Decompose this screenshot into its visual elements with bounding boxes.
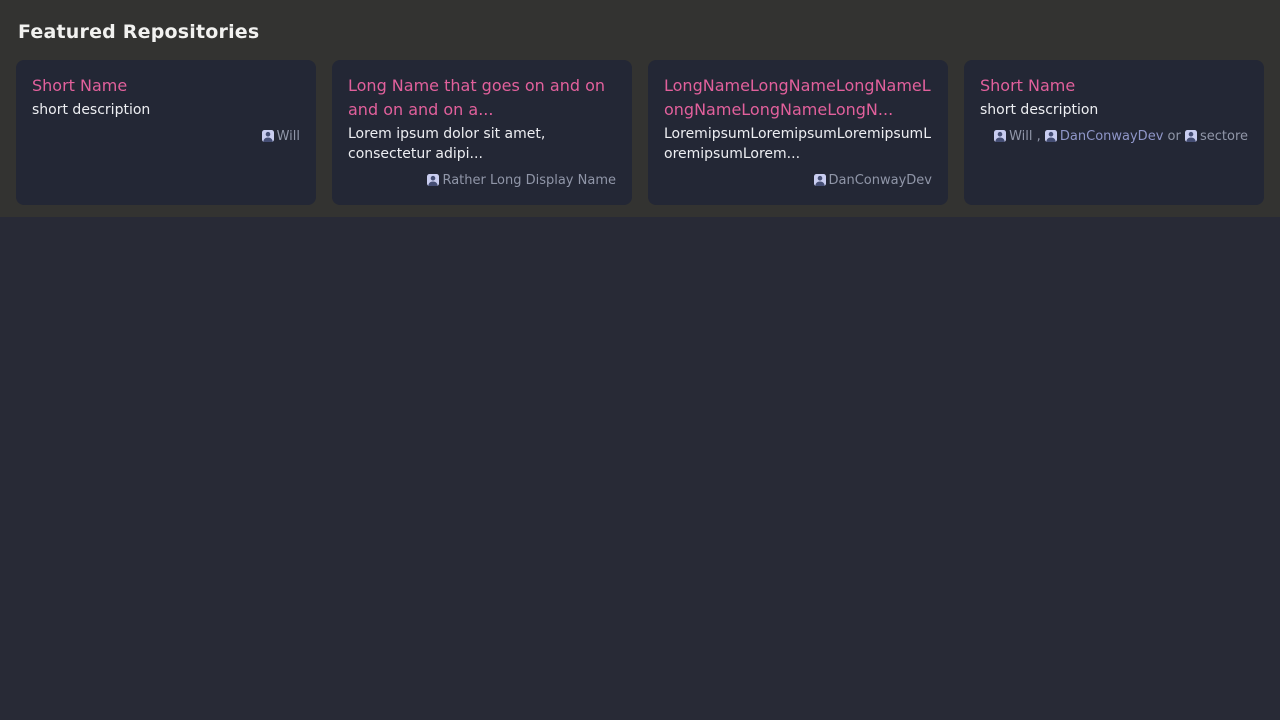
maintainer-name: sectore <box>1200 129 1248 144</box>
repo-card[interactable]: Long Name that goes on and on and on and… <box>332 60 632 205</box>
person-avatar-icon <box>427 174 439 186</box>
repo-description: short description <box>980 100 1248 120</box>
maintainer-name: Rather Long Display Name <box>442 173 616 188</box>
maintainer-name: DanConwayDev <box>829 173 932 188</box>
repo-maintainers: Will <box>32 128 300 145</box>
person-avatar-icon <box>262 130 274 142</box>
repo-name: Short Name <box>32 74 300 98</box>
featured-cards: Short Name short description Will Long N… <box>16 60 1264 205</box>
maintainer-link[interactable]: sectore <box>1185 129 1248 144</box>
person-avatar-icon <box>994 130 1006 142</box>
maintainer-name: Will <box>1009 129 1032 144</box>
repo-card[interactable]: Short Name short description Will , DanC… <box>964 60 1264 205</box>
maintainer-link[interactable]: Rather Long Display Name <box>427 173 616 188</box>
maintainer-name: DanConwayDev <box>1060 129 1163 144</box>
maintainer-link[interactable]: Will <box>262 129 300 144</box>
page-title: Featured Repositories <box>18 21 1264 43</box>
featured-repositories-section: Featured Repositories Short Name short d… <box>0 0 1280 217</box>
maintainer-name: Will <box>277 129 300 144</box>
person-avatar-icon <box>1185 130 1197 142</box>
repo-name: Short Name <box>980 74 1248 98</box>
repo-maintainers: Rather Long Display Name <box>348 172 616 189</box>
maintainer-link[interactable]: DanConwayDev <box>814 173 932 188</box>
person-avatar-icon <box>814 174 826 186</box>
repo-maintainers: DanConwayDev <box>664 172 932 189</box>
repo-maintainers: Will , DanConwayDev or sectore <box>980 128 1248 145</box>
repo-card[interactable]: LongNameLongNameLongNameLongNameLongName… <box>648 60 948 205</box>
maintainer-link[interactable]: DanConwayDev <box>1045 129 1163 144</box>
repo-description: short description <box>32 100 300 120</box>
repo-card[interactable]: Short Name short description Will <box>16 60 316 205</box>
repo-name: LongNameLongNameLongNameLongNameLongName… <box>664 74 932 122</box>
repo-name: Long Name that goes on and on and on and… <box>348 74 616 122</box>
maintainer-link[interactable]: Will <box>994 129 1032 144</box>
repo-description: LoremipsumLoremipsumLoremipsumLoremipsum… <box>664 124 932 164</box>
repo-description: Lorem ipsum dolor sit amet, consectetur … <box>348 124 616 164</box>
person-avatar-icon <box>1045 130 1057 142</box>
